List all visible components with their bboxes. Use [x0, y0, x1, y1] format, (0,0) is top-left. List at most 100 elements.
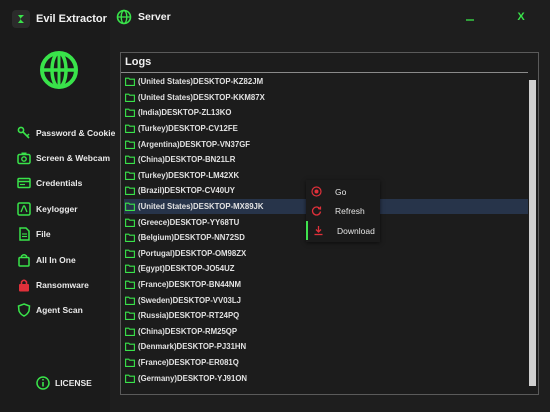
header: Server X [110, 0, 550, 36]
log-row-label: (Germany)DESKTOP-YJ91ON [138, 373, 248, 383]
menu-item-go[interactable]: Go [306, 182, 380, 201]
log-row[interactable]: (Germany)DESKTOP-YJ91ON [124, 370, 528, 386]
log-row-label: (France)DESKTOP-ER081Q [138, 357, 239, 367]
folder-icon [125, 109, 135, 118]
sidebar-item-label: Ransomware [36, 280, 89, 291]
log-row[interactable]: (India)DESKTOP-ZL13KO [124, 105, 528, 121]
license-label: LICENSE [55, 378, 92, 388]
folder-icon [125, 249, 135, 258]
sidebar-item-label: Credentials [36, 178, 83, 189]
log-row[interactable]: (China)DESKTOP-BN21LR [124, 152, 528, 168]
folder-icon [125, 187, 135, 196]
globe-icon [40, 51, 78, 89]
log-row-label: (Greece)DESKTOP-YY68TU [138, 217, 240, 227]
log-row-label: (United States)DESKTOP-KKM87X [138, 92, 265, 102]
sidebar-item-screen-webcam[interactable]: Screen & Webcam [16, 145, 110, 170]
key-icon [16, 125, 32, 141]
log-row[interactable]: (United States)DESKTOP-KKM87X [124, 90, 528, 106]
log-row[interactable]: (United States)DESKTOP-KZ82JM [124, 74, 528, 90]
log-row-label: (United States)DESKTOP-KZ82JM [138, 77, 264, 87]
sidebar-item-label: All In One [36, 254, 76, 265]
log-row[interactable]: (Argentina)DESKTOP-VN37GF [124, 136, 528, 152]
log-row-label: (China)DESKTOP-BN21LR [138, 155, 236, 165]
shield-icon [16, 302, 32, 318]
app-logo-icon [12, 10, 30, 28]
log-row[interactable]: (Russia)DESKTOP-RT24PQ [124, 308, 528, 324]
folder-icon [125, 202, 135, 211]
folder-icon [125, 77, 135, 87]
folder-icon [125, 218, 135, 227]
log-row[interactable]: (China)DESKTOP-RM25QP [124, 324, 528, 340]
context-menu: Go Refresh Download [306, 180, 380, 242]
sidebar-item-agent-scan[interactable]: Agent Scan [16, 298, 110, 323]
log-row-label: (Argentina)DESKTOP-VN37GF [138, 139, 251, 149]
lock-icon [16, 277, 32, 293]
refresh-icon [309, 204, 323, 218]
log-row-label: (United States)DESKTOP-MX89JK [138, 202, 264, 212]
app-brand: Evil Extractor [12, 8, 107, 30]
sidebar-nav: Password & Cookie Screen & Webcam Creden… [16, 120, 115, 323]
file-icon [16, 226, 32, 242]
server-globe-icon [116, 9, 132, 25]
log-row[interactable]: (France)DESKTOP-ER081Q [124, 355, 528, 371]
log-row-label: (Egypt)DESKTOP-JO54UZ [138, 264, 235, 274]
sidebar-item-label: Screen & Webcam [36, 153, 111, 164]
sidebar-item-password-cookie[interactable]: Password & Cookie [16, 120, 115, 145]
log-row-label: (Russia)DESKTOP-RT24PQ [138, 311, 240, 321]
folder-icon [125, 265, 135, 274]
folder-icon [125, 327, 135, 336]
log-row[interactable]: (Turkey)DESKTOP-CV12FE [124, 121, 528, 137]
sidebar-item-credentials[interactable]: Credentials [16, 171, 110, 196]
sidebar-item-label: Password & Cookie [36, 127, 116, 138]
log-row[interactable]: (France)DESKTOP-BN44NM [124, 277, 528, 293]
folder-icon [125, 155, 135, 165]
log-row-label: (Sweden)DESKTOP-VV03LJ [138, 295, 241, 305]
folder-icon [125, 296, 135, 305]
folder-icon [125, 124, 135, 134]
sidebar-item-file[interactable]: File [16, 222, 110, 247]
sidebar-item-all-in-one[interactable]: All In One [16, 247, 110, 272]
sidebar-item-label: Agent Scan [36, 305, 83, 316]
info-icon [36, 376, 50, 390]
menu-item-refresh[interactable]: Refresh [306, 201, 380, 220]
page-title: Server [138, 11, 171, 23]
log-row-label: (Portugal)DESKTOP-OM98ZX [138, 248, 247, 258]
logs-title: Logs [125, 56, 152, 68]
folder-icon [125, 311, 135, 321]
record-icon [309, 185, 323, 199]
bag-icon [16, 252, 32, 268]
sidebar-item-label: Keylogger [36, 203, 78, 214]
menu-item-label: Go [335, 186, 347, 197]
log-row[interactable]: (Portugal)DESKTOP-OM98ZX [124, 246, 528, 262]
sidebar-item-ransomware[interactable]: Ransomware [16, 272, 110, 297]
log-row-label: (Denmark)DESKTOP-PJ31HN [138, 342, 247, 352]
id-card-icon [16, 175, 32, 191]
log-row-label: (Turkey)DESKTOP-LM42XK [138, 170, 240, 180]
log-row[interactable]: (Sweden)DESKTOP-VV03LJ [124, 292, 528, 308]
folder-icon [125, 93, 135, 102]
scrollbar-thumb[interactable] [529, 80, 536, 386]
download-icon [311, 224, 325, 238]
log-row-label: (India)DESKTOP-ZL13KO [138, 108, 232, 118]
close-button[interactable]: X [513, 9, 529, 25]
log-row-label: (China)DESKTOP-RM25QP [138, 326, 238, 336]
scrollbar[interactable] [528, 74, 538, 394]
log-row-label: (Belgium)DESKTOP-NN72SD [138, 233, 245, 243]
minimize-button[interactable] [462, 9, 478, 25]
sidebar-item-keylogger[interactable]: Keylogger [16, 196, 110, 221]
camera-icon [16, 150, 32, 166]
app-title: Evil Extractor [36, 13, 107, 25]
minimize-icon [466, 19, 474, 21]
folder-icon [125, 171, 135, 180]
log-row-label: (Turkey)DESKTOP-CV12FE [138, 124, 238, 134]
log-row[interactable]: (Denmark)DESKTOP-PJ31HN [124, 339, 528, 355]
sidebar: Evil Extractor Password & Cookie Screen … [0, 0, 115, 412]
license-button[interactable]: LICENSE [36, 374, 92, 392]
log-row-label: (France)DESKTOP-BN44NM [138, 280, 241, 290]
menu-item-download[interactable]: Download [306, 221, 380, 240]
log-row[interactable]: (Egypt)DESKTOP-JO54UZ [124, 261, 528, 277]
folder-icon [125, 358, 135, 367]
logs-header: Logs [121, 53, 528, 73]
menu-item-label: Refresh [335, 205, 365, 216]
keyboard-icon [16, 201, 32, 217]
